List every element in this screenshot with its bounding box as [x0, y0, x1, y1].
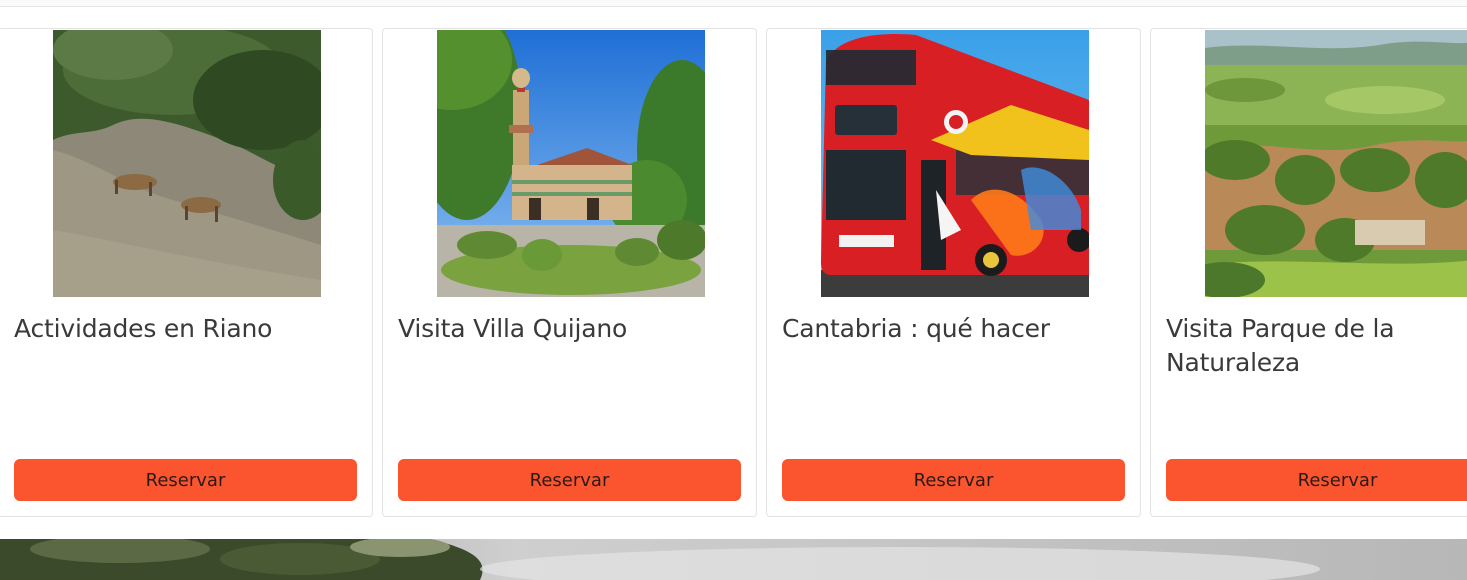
activity-card[interactable]: Visita Villa Quijano Reservar — [382, 28, 757, 517]
reservar-button[interactable]: Reservar — [14, 459, 357, 501]
card-title[interactable]: Visita Villa Quijano — [398, 312, 746, 346]
banner-image — [0, 539, 1467, 580]
villa-quijano-photo[interactable] — [437, 30, 705, 297]
reservar-button[interactable]: Reservar — [782, 459, 1125, 501]
wolves-photo[interactable] — [53, 30, 321, 297]
reservar-button[interactable]: Reservar — [398, 459, 741, 501]
activity-card-carousel: Actividades en Riano Reservar Visita Vil… — [0, 28, 1467, 519]
section-divider — [0, 0, 1467, 7]
card-title[interactable]: Visita Parque de la Naturaleza — [1166, 312, 1467, 380]
activity-card[interactable]: Visita Parque de la Naturaleza Reservar — [1150, 28, 1467, 517]
card-title[interactable]: Cantabria : qué hacer — [782, 312, 1130, 346]
activity-card[interactable]: Cantabria : qué hacer Reservar — [766, 28, 1141, 517]
card-title[interactable]: Actividades en Riano — [14, 312, 362, 346]
parque-naturaleza-photo[interactable] — [1205, 30, 1467, 297]
activity-card[interactable]: Actividades en Riano Reservar — [0, 28, 373, 517]
reservar-button[interactable]: Reservar — [1166, 459, 1467, 501]
sightseeing-bus-photo[interactable] — [821, 30, 1089, 297]
